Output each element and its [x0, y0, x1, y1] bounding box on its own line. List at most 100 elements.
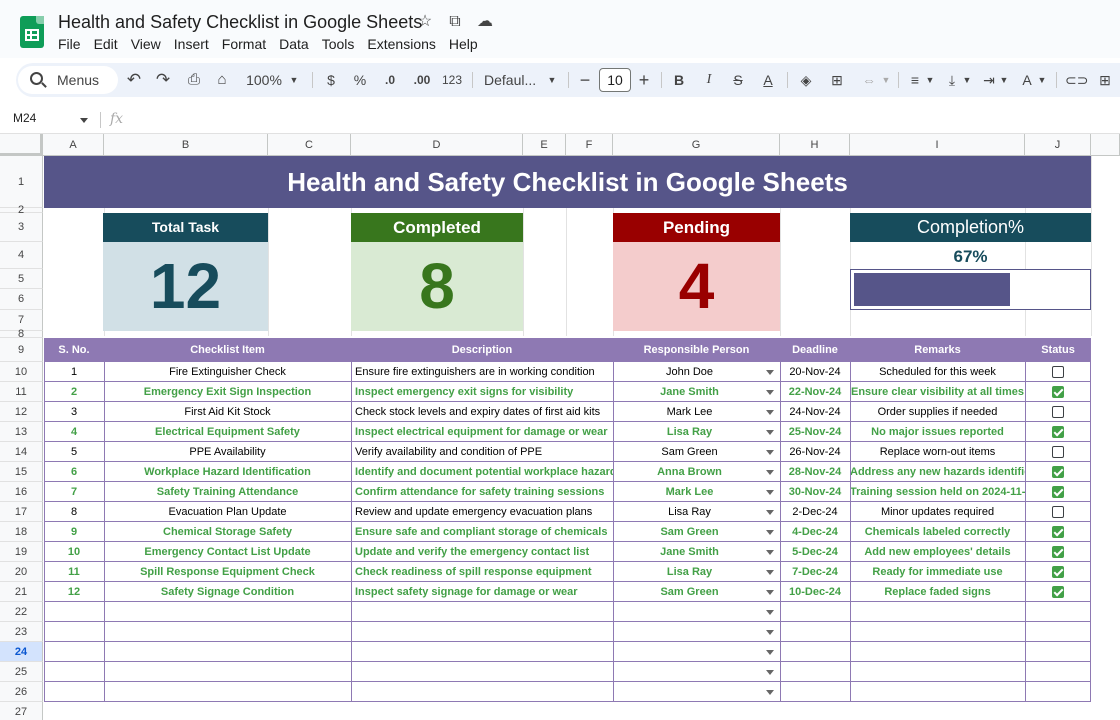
row-header-21[interactable]: 21	[0, 582, 43, 602]
paint-format-icon[interactable]: ⌂	[212, 63, 232, 97]
cell-person[interactable]: Sam Green	[613, 442, 780, 462]
status-checkbox[interactable]	[1052, 586, 1064, 598]
row-header-24[interactable]: 24	[0, 642, 43, 662]
cell-item[interactable]: PPE Availability	[104, 442, 351, 462]
cell-deadline[interactable]: 5-Dec-24	[780, 542, 850, 562]
cell-item[interactable]: Emergency Contact List Update	[104, 542, 351, 562]
row-header-23[interactable]: 23	[0, 622, 43, 642]
cell-desc[interactable]: Check readiness of spill response equipm…	[351, 562, 613, 582]
align-chevron-down-icon[interactable]: ▼	[924, 63, 936, 97]
cell-deadline[interactable]: 4-Dec-24	[780, 522, 850, 542]
cell-deadline[interactable]: 20-Nov-24	[780, 362, 850, 382]
cell-item[interactable]: Chemical Storage Safety	[104, 522, 351, 542]
cell-item[interactable]: First Aid Kit Stock	[104, 402, 351, 422]
column-header-e[interactable]: E	[523, 134, 566, 156]
cell-no[interactable]: 6	[44, 462, 104, 482]
decrease-decimal-button[interactable]: .0	[380, 63, 400, 97]
cell-desc[interactable]: Inspect safety signage for damage or wea…	[351, 582, 613, 602]
cell-person[interactable]: Jane Smith	[613, 382, 780, 402]
cell-item[interactable]: Spill Response Equipment Check	[104, 562, 351, 582]
status-checkbox[interactable]	[1052, 566, 1064, 578]
font-chevron-down-icon[interactable]: ▼	[546, 63, 558, 97]
cell-no[interactable]: 10	[44, 542, 104, 562]
row-header-22[interactable]: 22	[0, 602, 43, 622]
row-header-20[interactable]: 20	[0, 562, 43, 582]
status-checkbox[interactable]	[1052, 366, 1064, 378]
cell-desc[interactable]: Check stock levels and expiry dates of f…	[351, 402, 613, 422]
wrap-chevron-down-icon[interactable]: ▼	[998, 63, 1010, 97]
borders-icon[interactable]: ⊞	[828, 63, 846, 97]
dropdown-chevron-down-icon[interactable]	[766, 430, 774, 435]
cell-desc[interactable]: Inspect emergency exit signs for visibil…	[351, 382, 613, 402]
dropdown-chevron-down-icon[interactable]	[766, 550, 774, 555]
table-row[interactable]	[44, 622, 1091, 642]
sheets-logo-icon[interactable]	[20, 16, 44, 48]
table-row[interactable]: 7 Safety Training Attendance Confirm atten…	[44, 482, 1091, 502]
cell-remarks[interactable]: Scheduled for this week	[850, 362, 1025, 382]
currency-button[interactable]: $	[324, 63, 338, 97]
cell-person[interactable]: Lisa Ray	[613, 562, 780, 582]
text-wrap-icon[interactable]: ⇥	[980, 63, 998, 97]
row-header-6[interactable]: 6	[0, 289, 43, 310]
table-row[interactable]: 3 First Aid Kit Stock Check stock levels a…	[44, 402, 1091, 422]
table-row[interactable]: 2 Emergency Exit Sign Inspection Inspect e…	[44, 382, 1091, 402]
dropdown-chevron-down-icon[interactable]	[766, 370, 774, 375]
menu-file[interactable]: File	[58, 36, 81, 52]
cell-desc[interactable]: Inspect electrical equipment for damage …	[351, 422, 613, 442]
cell-remarks[interactable]: Minor updates required	[850, 502, 1025, 522]
cell-person[interactable]: Jane Smith	[613, 542, 780, 562]
zoom-chevron-down-icon[interactable]: ▼	[288, 63, 300, 97]
dropdown-chevron-down-icon[interactable]	[766, 690, 774, 695]
cell-desc[interactable]: Confirm attendance for safety training s…	[351, 482, 613, 502]
name-box[interactable]: M24	[13, 111, 36, 125]
status-checkbox[interactable]	[1052, 386, 1064, 398]
cell-no[interactable]: 1	[44, 362, 104, 382]
column-header-g[interactable]: G	[613, 134, 780, 156]
cell-deadline[interactable]: 26-Nov-24	[780, 442, 850, 462]
table-row[interactable]: 9 Chemical Storage Safety Ensure safe and …	[44, 522, 1091, 542]
cell-person[interactable]: Mark Lee	[613, 482, 780, 502]
row-header-1[interactable]: 1	[0, 156, 43, 208]
cell-remarks[interactable]: Order supplies if needed	[850, 402, 1025, 422]
row-header-17[interactable]: 17	[0, 502, 43, 522]
font-family-select[interactable]: Defaul...	[484, 63, 544, 97]
cell-item[interactable]: Evacuation Plan Update	[104, 502, 351, 522]
cell-no[interactable]: 8	[44, 502, 104, 522]
table-row[interactable]: 5 PPE Availability Verify availability and…	[44, 442, 1091, 462]
cell-remarks[interactable]: Replace faded signs	[850, 582, 1025, 602]
dropdown-chevron-down-icon[interactable]	[766, 670, 774, 675]
table-row[interactable]: 8 Evacuation Plan Update Review and update…	[44, 502, 1091, 522]
cell-no[interactable]: 12	[44, 582, 104, 602]
undo-icon[interactable]: ↶	[124, 63, 144, 97]
print-icon[interactable]: ⎙	[183, 63, 205, 97]
table-row[interactable]: 10 Emergency Contact List Update Update an…	[44, 542, 1091, 562]
row-header-4[interactable]: 4	[0, 242, 43, 269]
cell-no[interactable]: 3	[44, 402, 104, 422]
cell-person[interactable]: Anna Brown	[613, 462, 780, 482]
percent-button[interactable]: %	[352, 63, 368, 97]
row-header-26[interactable]: 26	[0, 682, 43, 702]
dropdown-chevron-down-icon[interactable]	[766, 490, 774, 495]
cell-item[interactable]: Electrical Equipment Safety	[104, 422, 351, 442]
row-header-11[interactable]: 11	[0, 382, 43, 402]
cell-no[interactable]: 5	[44, 442, 104, 462]
cell-person[interactable]: Lisa Ray	[613, 422, 780, 442]
row-header-18[interactable]: 18	[0, 522, 43, 542]
dropdown-chevron-down-icon[interactable]	[766, 390, 774, 395]
zoom-select[interactable]: 100%	[244, 63, 284, 97]
column-header-f[interactable]: F	[566, 134, 613, 156]
number-format-button[interactable]: 123	[440, 63, 464, 97]
menu-extensions[interactable]: Extensions	[367, 36, 435, 52]
merge-chevron-down-icon[interactable]: ▼	[880, 63, 892, 97]
dropdown-chevron-down-icon[interactable]	[766, 510, 774, 515]
row-header-12[interactable]: 12	[0, 402, 43, 422]
menu-edit[interactable]: Edit	[94, 36, 118, 52]
increase-decimal-button[interactable]: .00	[410, 63, 434, 97]
cell-remarks[interactable]: Ready for immediate use	[850, 562, 1025, 582]
row-header-16[interactable]: 16	[0, 482, 43, 502]
cell-deadline[interactable]: 24-Nov-24	[780, 402, 850, 422]
valign-chevron-down-icon[interactable]: ▼	[961, 63, 973, 97]
spreadsheet-grid[interactable]: Health and Safety Checklist in Google Sh…	[0, 134, 1120, 720]
status-checkbox[interactable]	[1052, 466, 1064, 478]
cell-person[interactable]: Sam Green	[613, 582, 780, 602]
